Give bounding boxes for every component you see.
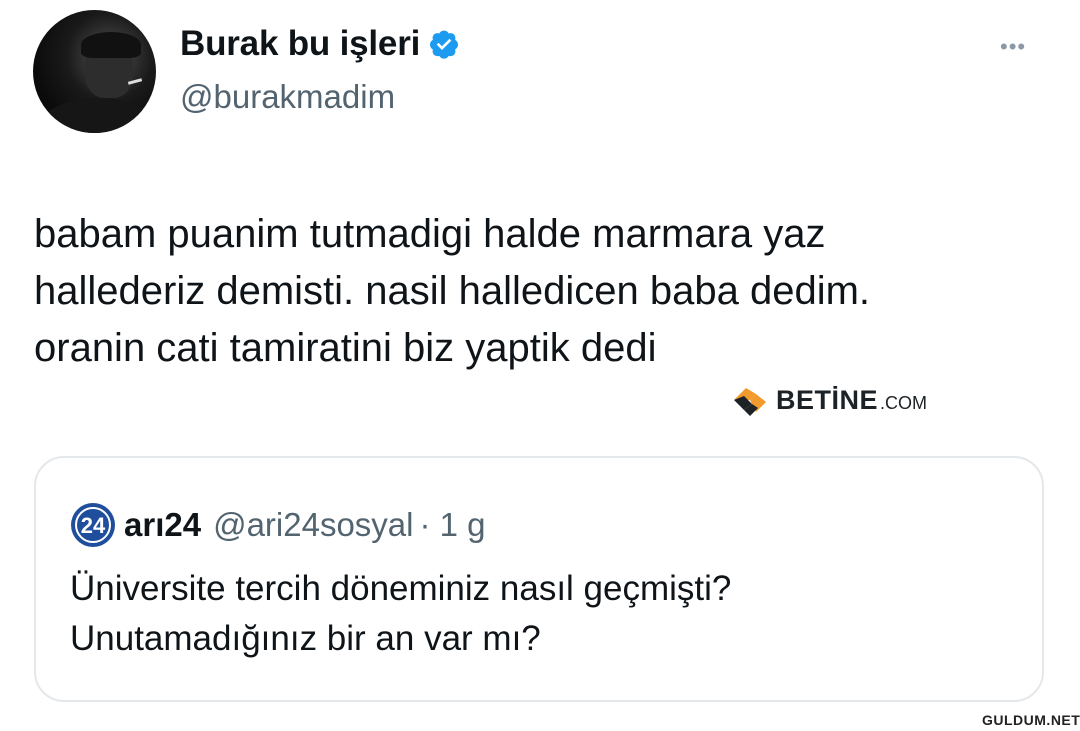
author-avatar[interactable] (33, 10, 156, 133)
quoted-line: Üniversite tercih döneminiz nasıl geçmiş… (70, 569, 732, 608)
watermark-domain: .COM (880, 392, 928, 413)
quoted-tweet-text: Üniversite tercih döneminiz nasıl geçmiş… (70, 564, 731, 664)
tweet-line: oranin cati tamiratini biz yaptik dedi (34, 326, 657, 370)
quoted-tweet-card[interactable]: 24 arı24 @ari24sosyal · 1 g Üniversite t… (34, 456, 1044, 702)
avatar-shoulder (43, 98, 153, 133)
quoted-handle[interactable]: @ari24sosyal (213, 506, 413, 544)
ari24-logo-text: 24 (81, 513, 106, 538)
tweet-line: babam puanim tutmadigi halde marmara yaz (34, 212, 826, 256)
betine-watermark: BETİNE .COM (730, 380, 927, 420)
quoted-time[interactable]: · 1 g (420, 506, 486, 544)
tweet-line: hallederiz demisti. nasil halledicen bab… (34, 269, 871, 313)
handshake-logo-icon (734, 388, 766, 416)
author-handle[interactable]: @burakmadim (180, 78, 395, 116)
quoted-display-name[interactable]: arı24 (124, 506, 201, 544)
quoted-line: Unutamadığınız bir an var mı? (70, 619, 541, 658)
quoted-tweet-header: 24 arı24 @ari24sosyal · 1 g (70, 502, 486, 548)
author-name-row[interactable]: Burak bu işleri (180, 24, 460, 64)
more-options-icon[interactable]: ••• (1000, 34, 1026, 60)
tweet-text: babam puanim tutmadigi halde marmara yaz… (34, 206, 1044, 377)
watermark-brand: BETİNE (776, 384, 879, 415)
author-display-name[interactable]: Burak bu işleri (180, 24, 420, 64)
guldum-watermark: GULDUM.NET (980, 712, 1080, 728)
avatar-cap (81, 32, 141, 58)
ari24-logo-icon: 24 (71, 503, 115, 547)
verified-badge-icon (430, 30, 459, 59)
